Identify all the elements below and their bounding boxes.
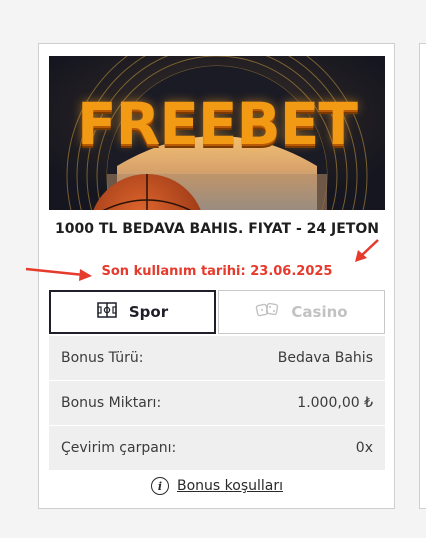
tab-sport[interactable]: Spor: [49, 290, 216, 334]
freebet-banner-image: FREEBET: [49, 56, 385, 210]
dice-icon: [255, 302, 279, 322]
detail-value: Bedava Bahis: [277, 350, 373, 366]
tab-sport-label: Spor: [128, 303, 169, 321]
bonus-terms: i Bonus koşulları: [49, 474, 385, 498]
bonus-details-list: Bonus Türü: Bedava Bahis Bonus Miktarı: …: [49, 336, 385, 471]
detail-label: Bonus Türü:: [61, 350, 144, 366]
annotation-arrow-left: [25, 267, 92, 281]
bonus-type-tabs: Spor Casino: [49, 290, 385, 334]
info-icon[interactable]: i: [150, 477, 169, 495]
detail-value: 0x: [355, 440, 373, 456]
stadium-icon: [97, 302, 117, 322]
freebet-banner-text: FREEBET: [77, 90, 358, 158]
detail-row-bonus-amount: Bonus Miktarı: 1.000,00 ₺: [49, 381, 385, 425]
detail-row-bonus-type: Bonus Türü: Bedava Bahis: [49, 336, 385, 380]
next-bonus-card-edge: [419, 43, 426, 509]
annotation-arrow-right: [355, 239, 379, 262]
detail-label: Çevirim çarpanı:: [61, 440, 177, 456]
bonus-title: 1000 TL BEDAVA BAHIS. FIYAT - 24 JETON: [55, 221, 379, 237]
detail-value: 1.000,00 ₺: [297, 395, 373, 411]
bonus-terms-link[interactable]: Bonus koşulları: [177, 478, 283, 494]
expiry-date: Son kullanım tarihi: 23.06.2025: [101, 264, 333, 279]
detail-label: Bonus Miktarı:: [61, 395, 162, 411]
tab-casino-label: Casino: [291, 303, 348, 321]
detail-row-wagering-multiplier: Çevirim çarpanı: 0x: [49, 426, 385, 470]
tab-casino[interactable]: Casino: [218, 290, 385, 334]
